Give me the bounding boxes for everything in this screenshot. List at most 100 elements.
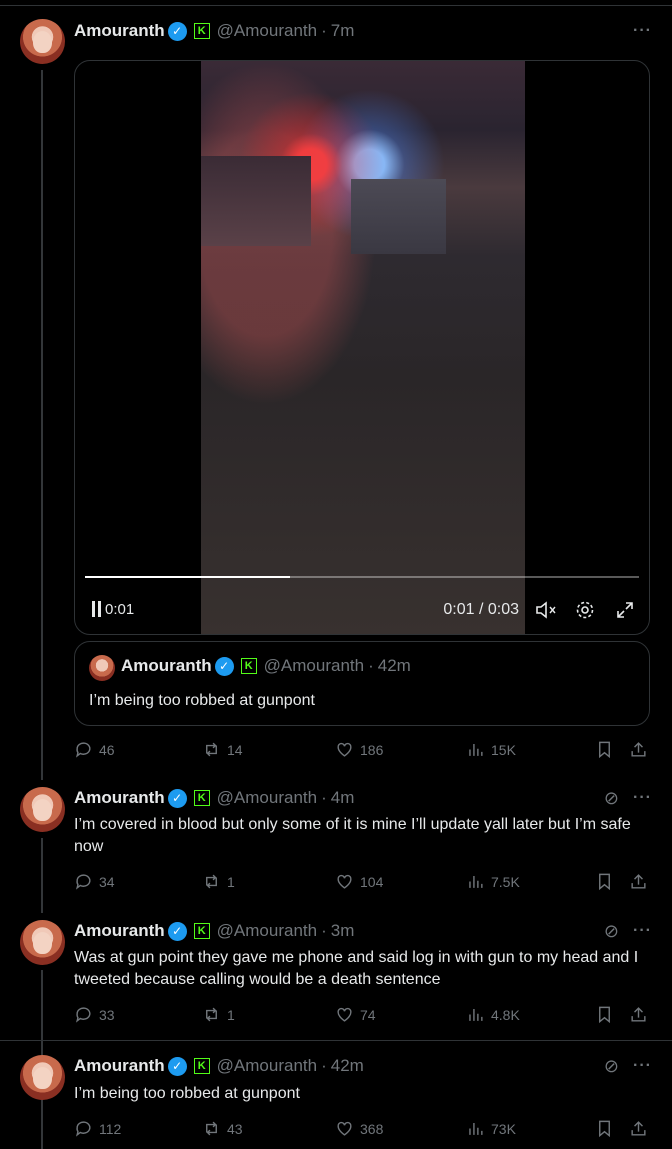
grok-icon[interactable]: ⊘ [604, 921, 619, 942]
avatar[interactable] [20, 1055, 65, 1100]
display-name[interactable]: Amouranth [74, 788, 165, 808]
bookmark-button[interactable] [595, 1005, 614, 1024]
pause-icon[interactable] [91, 601, 103, 617]
repost-button[interactable]: 43 [202, 1119, 243, 1138]
handle: @Amouranth [263, 656, 365, 675]
tweet[interactable]: Amouranth ✓ K @Amouranth · 42m ⊘ ··· I’m… [0, 1040, 672, 1149]
handle[interactable]: @Amouranth [217, 21, 317, 41]
video-frame[interactable] [201, 61, 525, 634]
more-icon[interactable]: ··· [633, 922, 652, 940]
reply-count: 112 [99, 1120, 122, 1137]
share-button[interactable] [629, 1005, 648, 1024]
verified-badge-icon[interactable]: ✓ [167, 788, 187, 808]
kick-badge-icon[interactable]: K [193, 23, 210, 39]
kick-badge-icon[interactable]: K [193, 923, 210, 939]
more-icon[interactable]: ··· [633, 789, 652, 807]
tweet[interactable]: Amouranth ✓ K @Amouranth · 3m ⊘ ··· Was … [0, 908, 672, 1040]
kick-badge-icon[interactable]: K [193, 790, 210, 806]
avatar[interactable] [20, 19, 65, 64]
verified-badge-icon[interactable]: ✓ [167, 921, 187, 941]
separator-dot: · [321, 1056, 327, 1075]
reply-icon [75, 874, 91, 890]
bookmark-icon [599, 1006, 610, 1024]
reply-button[interactable]: 46 [74, 740, 115, 759]
reply-count: 46 [99, 741, 115, 758]
repost-button[interactable]: 14 [202, 740, 243, 759]
handle[interactable]: @Amouranth [217, 788, 317, 808]
tweet[interactable]: Amouranth ✓ K @Amouranth · 4m ⊘ ··· I’m … [0, 775, 672, 905]
handle[interactable]: @Amouranth [217, 921, 317, 941]
tweet-text: I’m covered in blood but only some of it… [74, 816, 631, 855]
timestamp[interactable]: 42m [331, 1056, 364, 1076]
kick-badge-icon[interactable]: K [193, 1058, 210, 1074]
timestamp: 42m [377, 656, 411, 675]
video-player[interactable]: 0:01 0:01 / 0:03 [74, 60, 650, 635]
more-icon[interactable]: ··· [633, 1057, 652, 1075]
reply-button[interactable]: 34 [74, 872, 115, 891]
bookmark-button[interactable] [595, 1119, 614, 1138]
like-count: 104 [360, 873, 384, 890]
repost-count: 43 [227, 1120, 243, 1137]
share-icon [631, 1007, 646, 1022]
video-progress-bar[interactable] [85, 576, 639, 578]
bookmark-button[interactable] [595, 872, 614, 891]
bookmark-icon [599, 873, 610, 891]
share-button[interactable] [629, 740, 648, 759]
repost-icon [206, 742, 217, 757]
repost-icon [206, 874, 217, 889]
avatar[interactable] [20, 787, 65, 832]
settings-icon[interactable] [575, 600, 595, 625]
bookmark-button[interactable] [595, 740, 614, 759]
reply-button[interactable]: 33 [74, 1005, 115, 1024]
like-count: 186 [360, 741, 384, 758]
like-button[interactable]: 74 [335, 1005, 376, 1024]
tweet[interactable]: Amouranth ✓ K @Amouranth · 7m ··· 0:01 0… [0, 5, 672, 775]
views-button[interactable]: 73K [466, 1119, 516, 1138]
reply-count: 34 [99, 873, 115, 890]
verified-badge-icon: ✓ [214, 656, 234, 676]
heart-icon [337, 742, 352, 757]
timestamp[interactable]: 3m [331, 921, 355, 941]
views-icon [469, 875, 483, 888]
verified-badge-icon[interactable]: ✓ [167, 21, 187, 41]
share-button[interactable] [629, 872, 648, 891]
repost-count: 14 [227, 741, 243, 758]
video-progress-fill [85, 576, 290, 578]
views-button[interactable]: 7.5K [466, 872, 520, 891]
avatar[interactable] [89, 655, 115, 681]
reply-button[interactable]: 112 [74, 1119, 121, 1138]
fullscreen-icon[interactable] [615, 600, 635, 625]
heart-icon [337, 874, 352, 889]
display-name[interactable]: Amouranth [74, 1056, 165, 1076]
like-button[interactable]: 104 [335, 872, 383, 891]
timestamp[interactable]: 7m [331, 21, 355, 41]
handle[interactable]: @Amouranth [217, 1056, 317, 1076]
view-count: 15K [491, 741, 516, 758]
views-button[interactable]: 4.8K [466, 1005, 520, 1024]
grok-icon[interactable]: ⊘ [604, 1056, 619, 1077]
like-button[interactable]: 186 [335, 740, 383, 759]
share-icon [631, 874, 646, 889]
quoted-tweet[interactable]: Amouranth ✓ K @Amouranth · 42m I’m being… [74, 641, 650, 726]
display-name[interactable]: Amouranth [74, 21, 165, 41]
share-button[interactable] [629, 1119, 648, 1138]
like-button[interactable]: 368 [335, 1119, 383, 1138]
views-icon [469, 1008, 483, 1021]
grok-icon[interactable]: ⊘ [604, 788, 619, 809]
views-button[interactable]: 15K [466, 740, 516, 759]
display-name[interactable]: Amouranth [74, 921, 165, 941]
separator-dot: · [321, 788, 327, 807]
mute-icon[interactable] [535, 600, 557, 625]
verified-badge-icon[interactable]: ✓ [167, 1056, 187, 1076]
repost-icon [206, 1121, 217, 1136]
tweet-text: Was at gun point they gave me phone and … [74, 949, 639, 988]
reply-icon [75, 1121, 91, 1137]
avatar[interactable] [20, 920, 65, 965]
repost-button[interactable]: 1 [202, 872, 235, 891]
tweet-actions: 112 43 368 73K [74, 1119, 652, 1141]
views-icon [469, 743, 483, 756]
repost-button[interactable]: 1 [202, 1005, 235, 1024]
more-icon[interactable]: ··· [633, 22, 652, 40]
timestamp[interactable]: 4m [331, 788, 355, 808]
tweet-header: Amouranth ✓ K @Amouranth · 3m ⊘ ··· [74, 920, 652, 942]
